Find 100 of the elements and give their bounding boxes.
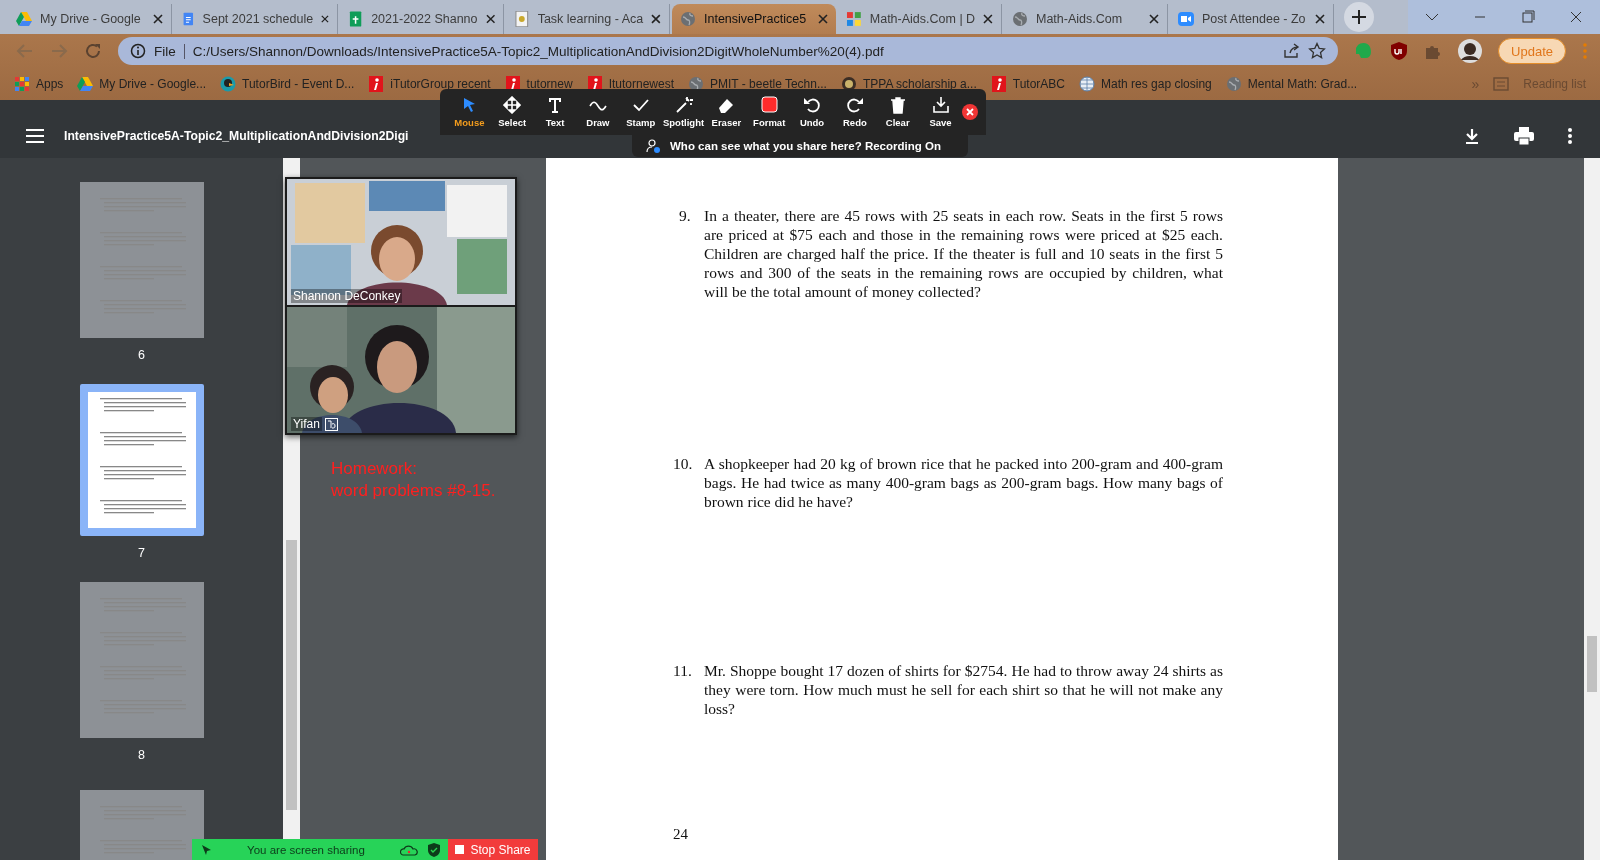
problem-number: 10. xyxy=(673,454,694,474)
bookmark-link[interactable]: Math res gap closing xyxy=(1101,77,1212,91)
drive-icon xyxy=(77,76,94,92)
download-icon[interactable] xyxy=(1464,128,1480,144)
stop-share-button[interactable]: Stop Share xyxy=(448,839,538,860)
document-title: IntensivePractice5A-Topic2_MultiplicationAndDivision2Digi xyxy=(64,129,409,143)
participant-name: Yifan xyxy=(291,417,322,431)
cloud-icon xyxy=(400,843,418,856)
tool-icon xyxy=(503,96,522,114)
badge-icon xyxy=(324,417,338,431)
annotation-text: word problems #8-15. xyxy=(331,480,496,502)
browser-tab[interactable]: Math-Aids.Com | D xyxy=(838,4,1002,34)
globe-icon xyxy=(1225,76,1242,92)
document-icon xyxy=(182,11,195,27)
grid-icon xyxy=(846,11,862,27)
tool-button[interactable]: Redo xyxy=(833,96,877,128)
video-camera-icon xyxy=(1178,11,1194,27)
close-icon[interactable] xyxy=(961,104,978,120)
bookmark-link[interactable]: Mental Math: Grad... xyxy=(1247,77,1358,91)
person-icon xyxy=(646,139,660,153)
tool-button[interactable]: Format xyxy=(747,96,791,128)
page-thumbnail[interactable] xyxy=(79,384,204,536)
bookmark-link[interactable]: Itutornewest xyxy=(608,77,674,91)
problem-number: 11. xyxy=(673,661,693,681)
star-icon[interactable] xyxy=(1308,42,1327,60)
tool-icon xyxy=(674,96,693,114)
share-icon[interactable] xyxy=(1282,42,1301,60)
bookmark-link[interactable]: PMIT - beetle Techn... xyxy=(710,77,827,91)
tool-button[interactable]: Text xyxy=(533,96,577,128)
page-thumbnail[interactable] xyxy=(79,582,204,738)
stop-icon xyxy=(455,845,465,854)
participant-name: Shannon DeConkey xyxy=(291,289,403,303)
address-bar[interactable]: File C:/Users/Shannon/Downloads/IntensivePractice5A-Topic2_MultiplicationAndDivision2DigitWholeNumber%20(4).pdf xyxy=(118,37,1339,65)
sharing-status-bar: You are screen sharing xyxy=(192,839,448,860)
url-scheme: File xyxy=(154,43,185,59)
more-vertical-icon[interactable] xyxy=(1568,128,1572,144)
page-number: 6 xyxy=(138,348,145,362)
problem-text: Mr. Shoppe bought 17 dozen of shirts for $2754. He had to throw away 24 shirts as they were torn. How much must he sell for each shirt so that he will not make any loss? xyxy=(704,661,1223,718)
globe-icon xyxy=(1012,11,1028,27)
new-tab-icon[interactable] xyxy=(1344,2,1374,32)
document-icon xyxy=(514,11,530,27)
problem-text: A shopkeeper had 20 kg of brown rice that he packed into 200-gram and 400-gram bags. He had twice as many 400-gram bags as 200-gram bags. How many bags of brown rice did he have? xyxy=(704,454,1223,511)
apps-icon xyxy=(14,76,30,92)
tool-button[interactable]: Draw xyxy=(576,96,620,128)
scrollbar-thumb[interactable] xyxy=(286,540,297,810)
close-icon[interactable] xyxy=(983,14,993,24)
annotation-text: Homework: xyxy=(331,458,418,480)
close-icon[interactable] xyxy=(153,14,163,24)
browser-tab[interactable]: IntensivePractice5 xyxy=(672,4,836,34)
tool-button[interactable]: Save xyxy=(919,96,962,128)
page-number: 24 xyxy=(673,825,689,844)
bookmark-link[interactable]: TPPA scholarship a... xyxy=(862,77,977,91)
tool-icon xyxy=(717,96,736,114)
bookmark-link[interactable]: TutorABC xyxy=(1012,77,1066,91)
close-icon[interactable] xyxy=(1149,14,1159,24)
globe-icon xyxy=(680,11,696,27)
browser-tab[interactable]: Sept 2021 schedule xyxy=(174,4,338,34)
reading-list-icon xyxy=(1493,76,1510,92)
page-thumbnail[interactable] xyxy=(79,182,204,338)
problem-text: In a theater, there are 45 rows with 25 seats in each row. Seats in the first 5 rows are priced at $75 each and those in the remaining rows were priced at $25 each. Children are charged half the price. If the theater is full and 10 seats in the first 5 rows and 300 of the seats in the remaining rows are occupied by children, what will be the total amount of money collected? xyxy=(704,206,1223,301)
scrollbar[interactable] xyxy=(1584,158,1600,860)
bookmark-link[interactable]: My Drive - Google... xyxy=(99,77,207,91)
tool-button[interactable]: Mouse xyxy=(448,96,491,128)
bookmark-link[interactable]: iTutorGroup recent xyxy=(390,77,491,91)
browser-tab[interactable]: Post Attendee - Zo xyxy=(1170,4,1334,34)
bird-icon xyxy=(220,76,237,92)
recording-notice[interactable]: Who can see what you share here? Recording On xyxy=(632,135,968,157)
tool-button[interactable]: Eraser xyxy=(704,96,748,128)
bookmark-link[interactable]: tutornew xyxy=(526,77,573,91)
tool-icon xyxy=(803,96,822,114)
close-icon[interactable] xyxy=(485,14,495,24)
close-icon[interactable] xyxy=(1315,14,1325,24)
tool-button[interactable]: Stamp xyxy=(619,96,663,128)
browser-tab[interactable]: Task learning - Aca xyxy=(506,4,670,34)
letter-i-icon xyxy=(990,76,1007,92)
browser-tab[interactable]: 2021-2022 Shanno xyxy=(340,4,504,34)
browser-tab[interactable]: My Drive - Google xyxy=(8,4,172,34)
shield-icon[interactable] xyxy=(1390,41,1409,61)
drive-icon xyxy=(16,11,32,27)
tool-icon xyxy=(760,96,779,114)
close-icon[interactable] xyxy=(321,14,329,24)
tool-button[interactable]: Select xyxy=(490,96,534,128)
tool-icon xyxy=(931,96,950,114)
tool-button[interactable]: Spotlight xyxy=(662,96,705,128)
problem-number: 9. xyxy=(679,206,692,226)
tool-button[interactable]: Clear xyxy=(876,96,920,128)
close-icon[interactable] xyxy=(651,14,661,24)
menu-icon[interactable] xyxy=(26,129,44,143)
shield-check-icon xyxy=(428,842,440,857)
bookmark-link[interactable]: Apps xyxy=(36,77,64,91)
bookmark-link[interactable]: TutorBird - Event D... xyxy=(242,77,355,91)
page-number: 8 xyxy=(138,748,145,762)
tool-button[interactable]: Undo xyxy=(790,96,834,128)
letter-i-icon xyxy=(368,76,385,92)
tool-icon xyxy=(845,96,864,114)
avatar-icon[interactable] xyxy=(1458,39,1483,63)
print-icon[interactable] xyxy=(1514,127,1534,145)
info-icon xyxy=(130,43,146,59)
tool-icon xyxy=(888,96,907,114)
browser-tab[interactable]: Math-Aids.Com xyxy=(1004,4,1168,34)
